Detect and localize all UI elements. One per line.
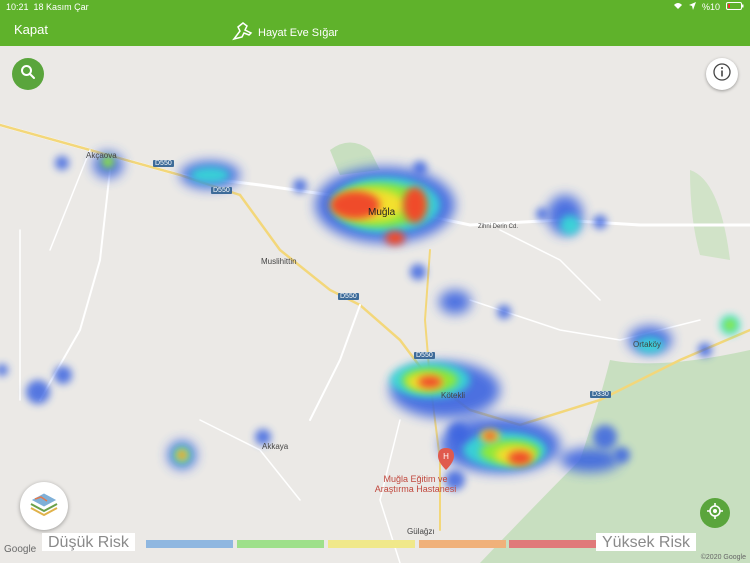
map-label-gulagzi: Gülağzı bbox=[407, 527, 435, 536]
battery-percent: %10 bbox=[701, 2, 720, 12]
status-time-date: 10:21 18 Kasım Çar bbox=[6, 2, 89, 12]
legend-low-label: Düşük Risk bbox=[42, 533, 135, 551]
legend-high-label: Yüksek Risk bbox=[596, 533, 697, 551]
search-button[interactable] bbox=[12, 58, 44, 90]
map-label-hospital[interactable]: Muğla Eğitim ve Araştırma Hastanesi bbox=[368, 474, 463, 494]
legend-swatch-very-high bbox=[509, 540, 596, 548]
map-label-akkaya: Akkaya bbox=[262, 442, 289, 451]
nav-bar: Kapat Hayat Eve Sığar bbox=[0, 14, 750, 46]
search-icon bbox=[20, 64, 36, 85]
legend-swatch-medium bbox=[328, 540, 415, 548]
map-label-zihni: Zihni Derin Cd. bbox=[478, 224, 519, 230]
close-button[interactable]: Kapat bbox=[14, 22, 48, 37]
risk-legend: Düşük Risk Yüksek Risk bbox=[32, 533, 720, 552]
status-date: 18 Kasım Çar bbox=[33, 2, 89, 12]
brand-logo-icon bbox=[232, 21, 254, 44]
svg-text:H: H bbox=[443, 452, 449, 461]
map-label-mugla: Muğla bbox=[368, 207, 396, 218]
status-bar: 10:21 18 Kasım Çar %10 bbox=[0, 0, 750, 14]
info-button[interactable] bbox=[706, 58, 738, 90]
status-right: %10 bbox=[673, 2, 744, 12]
app-title: Hayat Eve Sığar bbox=[258, 26, 339, 39]
google-logo: Google bbox=[4, 544, 37, 555]
map-label-akcaova: Akçaova bbox=[86, 151, 117, 160]
road-sign: D550 bbox=[414, 352, 435, 359]
legend-swatch-high bbox=[419, 540, 506, 548]
info-icon bbox=[713, 62, 731, 86]
map-label-muslihittin: Muslihittin bbox=[261, 257, 297, 266]
brand: Hayat Eve Sığar bbox=[232, 21, 338, 44]
location-icon bbox=[688, 2, 696, 12]
legend-swatch-low bbox=[237, 540, 324, 548]
map-label-ortakoy: Ortaköy bbox=[633, 340, 662, 349]
legend-swatch-very-low bbox=[146, 540, 233, 548]
road-sign: D550 bbox=[338, 293, 359, 300]
map-label-kotekli: Kötekli bbox=[441, 391, 466, 400]
status-time: 10:21 bbox=[6, 2, 29, 12]
wifi-icon bbox=[673, 2, 683, 12]
map-copyright: ©2020 Google bbox=[700, 554, 746, 561]
battery-icon bbox=[726, 2, 744, 12]
my-location-button[interactable] bbox=[700, 498, 730, 528]
map-layers-button[interactable] bbox=[20, 482, 68, 530]
road-sign: D550 bbox=[211, 187, 232, 194]
layers-icon bbox=[29, 491, 59, 522]
road-sign: D330 bbox=[590, 391, 611, 398]
locate-icon bbox=[707, 502, 723, 524]
road-sign: D550 bbox=[153, 160, 174, 167]
